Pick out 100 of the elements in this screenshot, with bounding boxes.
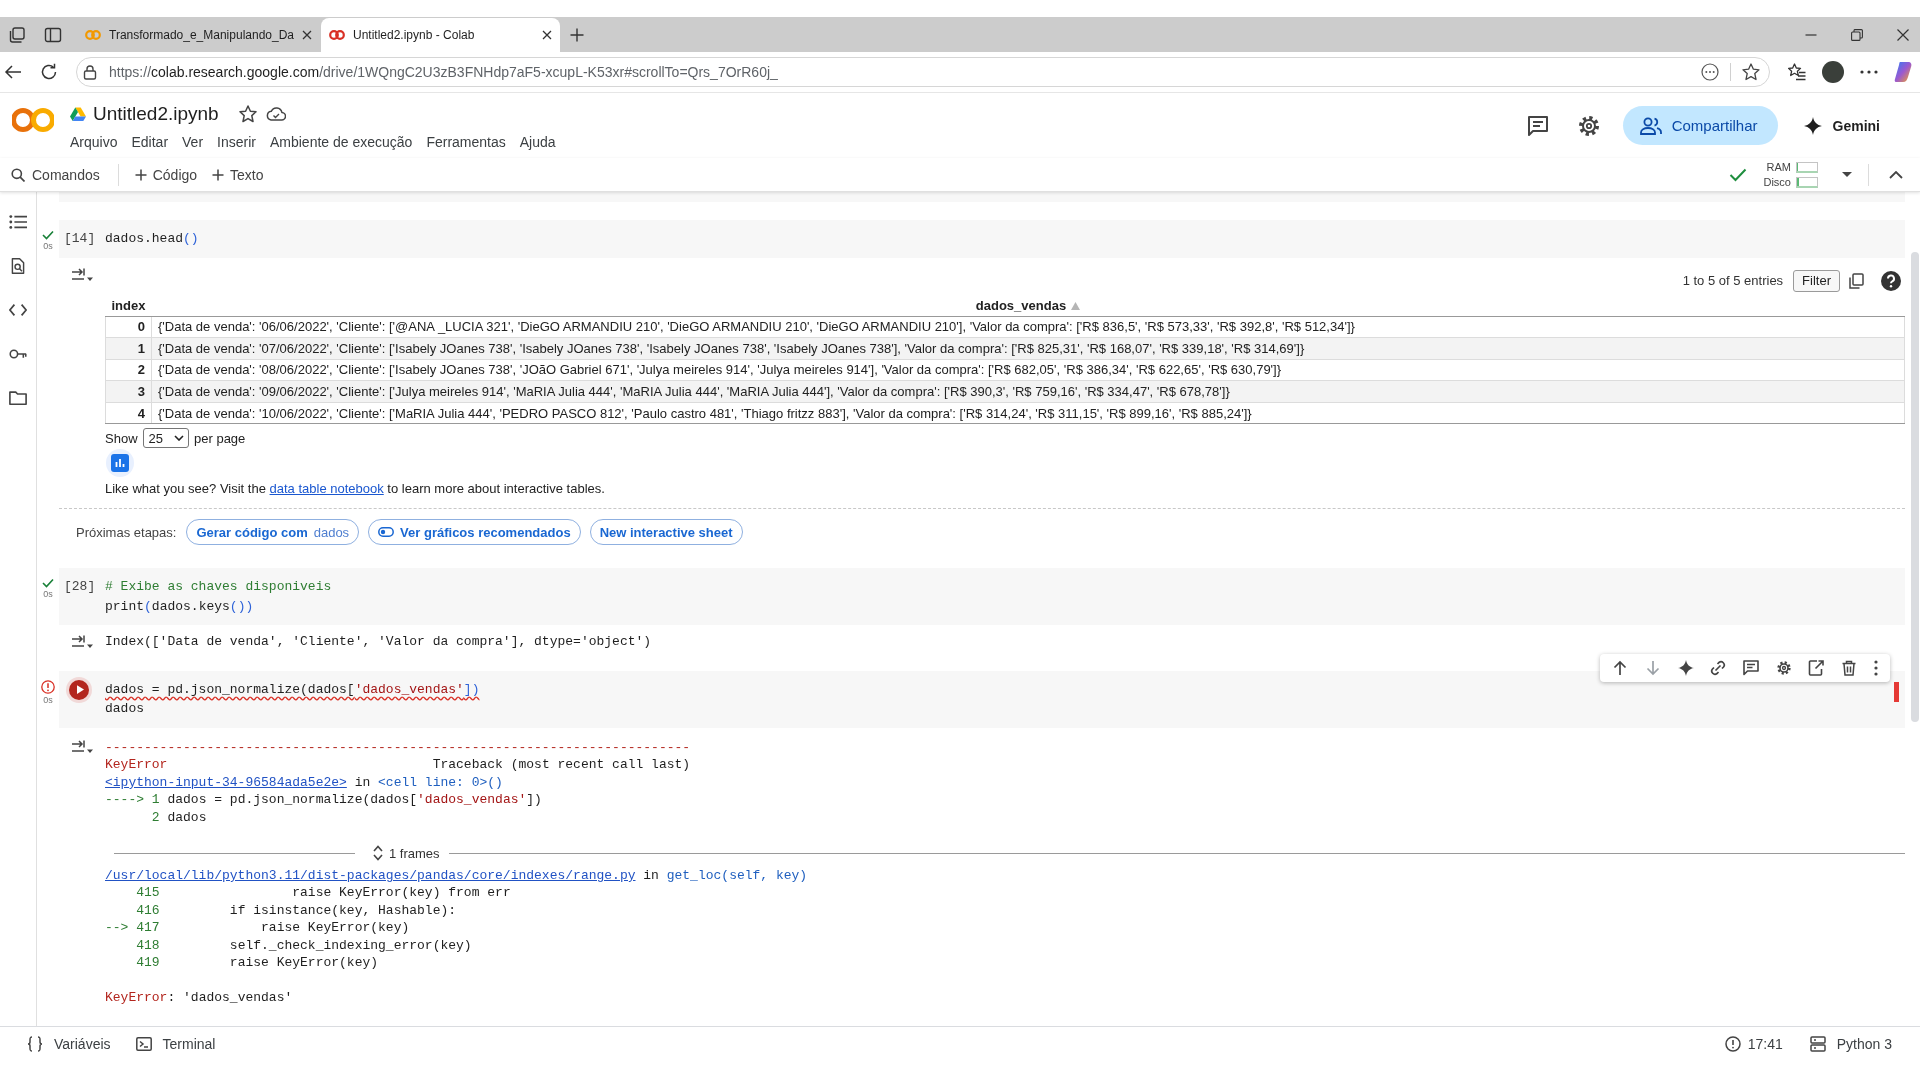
plus-icon xyxy=(212,168,225,181)
add-cell-button[interactable]: Texto xyxy=(212,166,264,183)
help-icon[interactable] xyxy=(1881,270,1901,291)
arrow-up-icon[interactable] xyxy=(1612,659,1629,676)
gemini-button[interactable]: Gemini xyxy=(1803,116,1880,135)
menu-item[interactable]: Ferramentas xyxy=(419,131,513,153)
caret-icon[interactable] xyxy=(1842,172,1852,177)
share-button[interactable]: Compartilhar xyxy=(1622,106,1778,145)
notebook-link[interactable]: data table notebook xyxy=(269,481,384,497)
traceback-line: ----> 1 dados = pd.json_normalize(dados['dados_vendas']) xyxy=(105,791,543,809)
code-icon[interactable] xyxy=(9,302,27,318)
column-header[interactable]: dados_vendas xyxy=(151,295,1905,316)
trash-icon[interactable] xyxy=(1840,659,1857,676)
file-link[interactable]: /usr/local/lib/python3.11/dist-packages/pandas/core/indexes/range.py xyxy=(105,867,636,883)
settings-icon[interactable] xyxy=(1576,113,1601,138)
code-line: print(dados.keys()) xyxy=(105,597,255,616)
error-message: KeyError: 'dados_vendas' xyxy=(105,989,294,1007)
runtime-timer[interactable]: 17:41 xyxy=(1724,1035,1783,1052)
code-cell[interactable]: [14] dados.head() xyxy=(59,220,1905,258)
arrow-to-bar-icon[interactable] xyxy=(71,635,93,650)
stacked-squares-icon[interactable] xyxy=(8,25,26,44)
copy-icon[interactable] xyxy=(1848,272,1864,289)
menu-item[interactable]: Ajuda xyxy=(512,131,563,153)
file-link[interactable]: <ipython-input-34-96584ada5e2e> xyxy=(105,774,347,790)
sparkle-icon xyxy=(1803,116,1822,135)
traceback-line: 2 dados xyxy=(150,808,208,827)
more-vertical-icon[interactable] xyxy=(1873,659,1878,676)
menu-item[interactable]: Ambiente de execução xyxy=(262,131,420,153)
notebook-title[interactable]: Untitled2.ipynb xyxy=(93,103,219,125)
restore-icon[interactable] xyxy=(1851,28,1863,41)
suggestion-button[interactable]: New interactive sheet xyxy=(589,519,743,546)
favorites-icon[interactable] xyxy=(1788,63,1806,81)
close-icon[interactable] xyxy=(302,30,312,40)
arrow-to-bar-icon[interactable] xyxy=(71,739,93,754)
run-duration: 0s xyxy=(43,589,53,601)
add-cell-button[interactable]: Código xyxy=(134,166,198,183)
menu-item[interactable]: Editar xyxy=(124,131,176,153)
traceback-line: --> 417 raise KeyError(key) xyxy=(105,919,411,937)
browser-tab[interactable]: Transformado_e_Manipulando_Da xyxy=(77,18,316,52)
plus-icon xyxy=(134,168,147,181)
sidebar-window-icon[interactable] xyxy=(44,25,62,44)
drive-icon[interactable] xyxy=(70,107,86,121)
status-button[interactable]: Variáveis xyxy=(27,1035,111,1052)
resource-label: RAM xyxy=(1765,161,1791,173)
close-icon[interactable] xyxy=(1897,28,1909,41)
command-search-button[interactable]: Comandos xyxy=(11,166,100,183)
folder-icon[interactable] xyxy=(9,390,27,406)
run-button[interactable] xyxy=(69,679,89,700)
arrow-down-icon[interactable] xyxy=(1645,659,1661,676)
close-icon[interactable] xyxy=(542,30,552,40)
reload-icon[interactable] xyxy=(40,63,58,81)
more-options-icon[interactable] xyxy=(1701,63,1719,81)
run-duration: 0s xyxy=(43,241,53,252)
lock-icon[interactable] xyxy=(82,64,98,80)
suggestion-button[interactable]: Ver gráficos recomendados xyxy=(368,519,581,546)
link-icon[interactable] xyxy=(1710,659,1727,676)
comment-icon[interactable] xyxy=(1525,113,1550,138)
browser-tab[interactable]: Untitled2.ipynb - Colab xyxy=(321,18,560,52)
star-icon[interactable] xyxy=(1742,63,1760,81)
table-cell: {'Data de venda': '10/06/2022', 'Cliente': ['MaRIA Julia 444', 'PEDRO PASCO 812', 'Paulo castro 481', 'Thiago fritzz 883'], 'Valor da compra': ['R$ 314,24', 'R$ 311,15', 'R$ 899,16', 'R$ 885,24']} xyxy=(151,402,1905,424)
server-icon xyxy=(1809,1035,1826,1052)
promo-text: Like what you see? Visit the data table notebook to learn more about interactive tables. xyxy=(105,480,606,499)
code-cell[interactable] xyxy=(59,192,1905,202)
avatar[interactable] xyxy=(1822,61,1844,83)
frames-toggle[interactable]: 1 frames xyxy=(373,845,440,862)
column-header[interactable]: index xyxy=(105,295,152,316)
sparkle-icon[interactable] xyxy=(1677,659,1694,676)
traceback-line: 415 raise KeyError(key) from err xyxy=(135,884,512,902)
menu-item[interactable]: Inserir xyxy=(210,131,263,153)
check-icon[interactable] xyxy=(1729,167,1748,182)
per-page-label: per page xyxy=(194,430,246,446)
comment-icon[interactable] xyxy=(1742,659,1759,676)
list-icon[interactable] xyxy=(9,214,27,230)
rings-logo[interactable] xyxy=(12,107,54,133)
code-cell[interactable]: [28] # Exibe as chaves disponiveis print(dados.keys()) xyxy=(59,568,1905,626)
settings-icon[interactable] xyxy=(1775,659,1792,676)
plus-icon[interactable] xyxy=(570,27,584,42)
code-cell[interactable]: dados = pd.json_normalize(dados['dados_vendas']) dados xyxy=(59,670,1905,728)
table-cell: {'Data de venda': '08/06/2022', 'Cliente': ['Isabely JOanes 738', 'JOãO Gabriel 671', 'Julya meireles 914', 'Julya meireles 914'], 'Valor da compra': ['R$ 682,05', 'R$ 386,34', 'R$ 622,65', 'R$ 630,79']} xyxy=(151,359,1905,381)
more-icon[interactable] xyxy=(1860,70,1878,74)
runtime-button[interactable]: Python 3 xyxy=(1809,1035,1892,1052)
menu-item[interactable]: Ver xyxy=(175,131,211,153)
chart-button[interactable] xyxy=(106,449,134,478)
window-arrow-icon[interactable] xyxy=(1808,659,1825,676)
cloud-icon[interactable] xyxy=(265,107,286,121)
code-line: dados xyxy=(105,700,145,719)
arrow-to-bar-icon[interactable] xyxy=(71,267,93,282)
menu-item[interactable]: Arquivo xyxy=(63,131,125,153)
traceback-line: <ipython-input-34-96584ada5e2e> in <cell line: 0>() xyxy=(105,773,504,792)
traceback-line: 418 self._check_indexing_error(key) xyxy=(135,936,473,955)
filter-button[interactable]: Filter xyxy=(1793,269,1840,292)
star-icon[interactable] xyxy=(238,105,257,123)
scrollbar-thumb[interactable] xyxy=(1911,252,1919,722)
chevron-up-icon[interactable] xyxy=(1889,170,1903,179)
back-arrow-icon[interactable] xyxy=(4,63,22,81)
suggestion-button[interactable]: Gerar código com dados xyxy=(186,519,360,546)
document-search-icon[interactable] xyxy=(9,258,27,274)
page-size-select[interactable]: 25 xyxy=(142,428,189,449)
traceback-line: 416 if isinstance(key, Hashable): xyxy=(135,901,458,920)
status-button[interactable]: Terminal xyxy=(135,1035,216,1052)
